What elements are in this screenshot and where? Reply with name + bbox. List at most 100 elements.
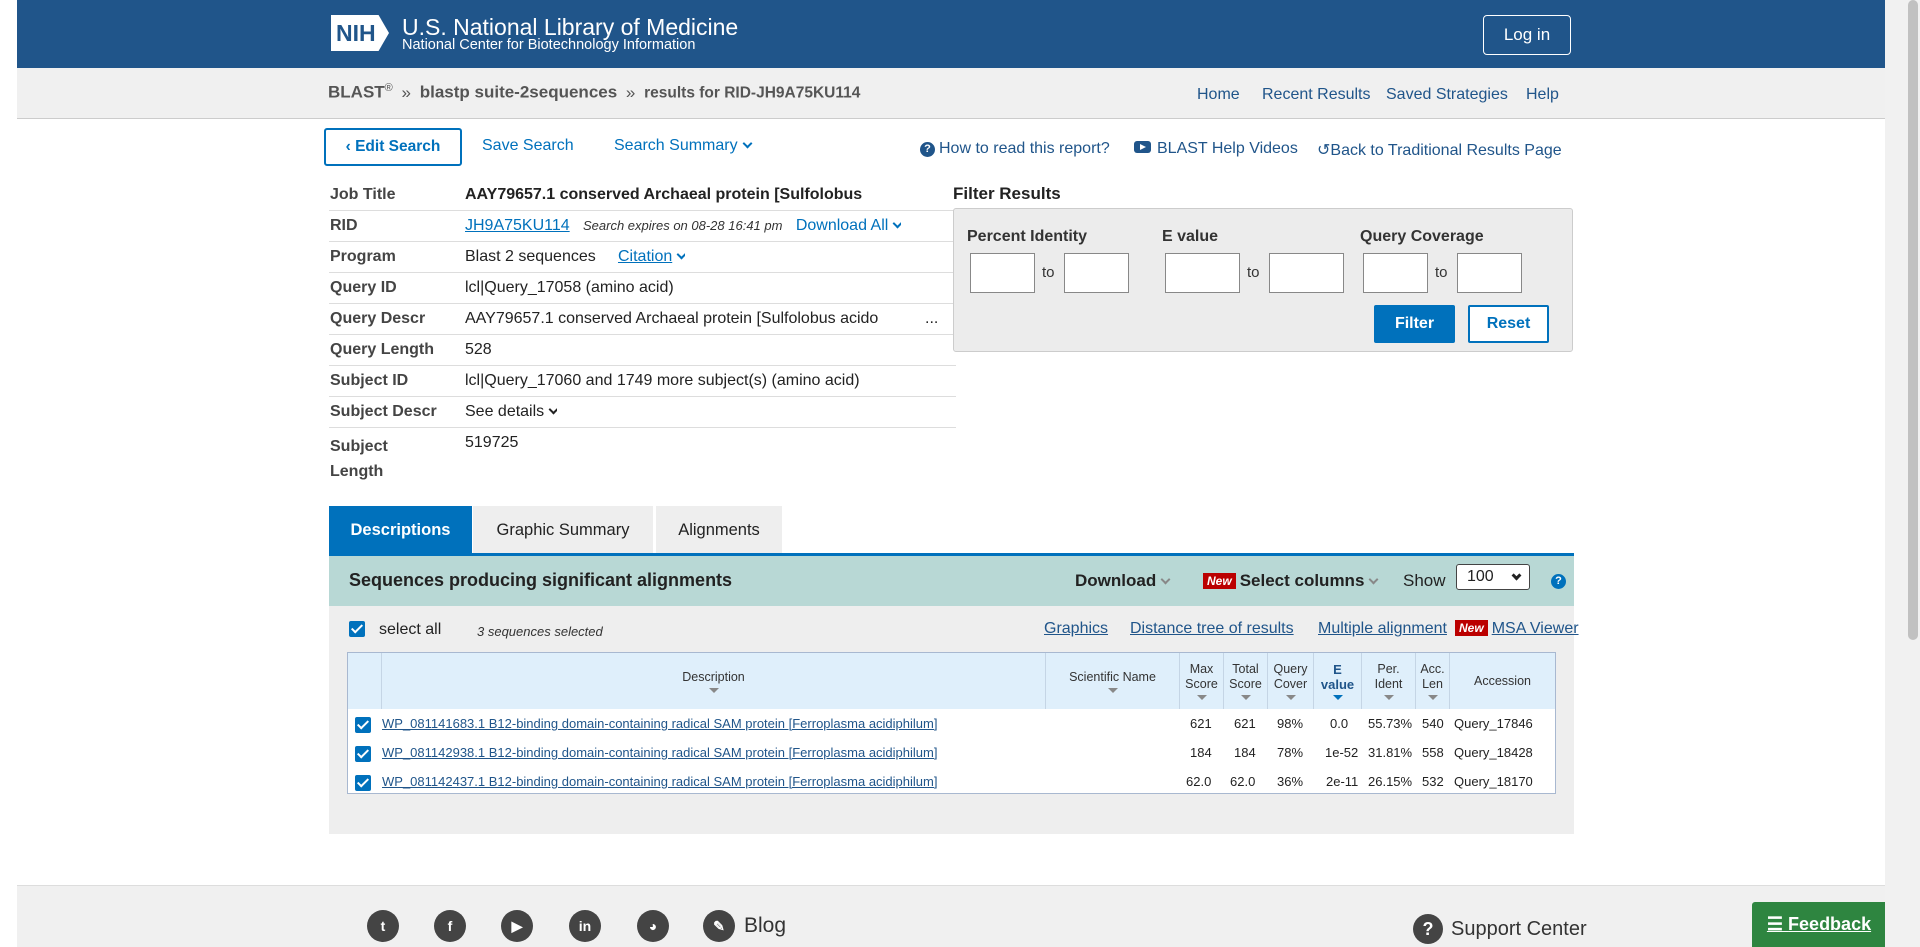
expand-more-button[interactable]: ... (925, 310, 938, 328)
traditional-results-link[interactable]: ↺Back to Traditional Results Page (1317, 140, 1562, 160)
breadcrumb-separator: » (625, 82, 636, 102)
table-row: WP_081141683.1 B12-binding domain-contai… (348, 710, 1555, 739)
help-videos-link[interactable]: BLAST Help Videos (1134, 140, 1298, 158)
column-label: Description (682, 669, 745, 684)
sort-arrow-icon (1332, 695, 1343, 700)
feedback-button[interactable]: ☰ Feedback (1752, 902, 1886, 947)
sort-arrow-icon (708, 687, 719, 693)
query-coverage-min-input[interactable] (1363, 253, 1428, 293)
e-value-min-input[interactable] (1165, 253, 1240, 293)
show-count-select[interactable]: 100 (1456, 564, 1530, 590)
info-row-query-length: Query Length 528 (329, 335, 956, 366)
row-total-score: 184 (1234, 745, 1256, 760)
login-button[interactable]: Log in (1483, 15, 1571, 55)
how-to-read-link[interactable]: ? How to read this report? (920, 140, 1110, 158)
select-all-checkbox[interactable] (349, 621, 365, 642)
query-coverage-max-input[interactable] (1457, 253, 1522, 293)
row-checkbox[interactable] (355, 775, 371, 791)
percent-identity-min-input[interactable] (970, 253, 1035, 293)
citation-dropdown[interactable]: Citation (618, 248, 686, 265)
percent-identity-label: Percent Identity (967, 228, 1088, 245)
tab-graphic-summary[interactable]: Graphic Summary (473, 506, 653, 554)
breadcrumb-blast[interactable]: BLAST (328, 83, 385, 102)
row-checkbox[interactable] (355, 717, 371, 733)
help-icon: ? (1551, 574, 1566, 589)
facebook-icon[interactable]: f (434, 910, 466, 942)
header-percent-ident[interactable]: Per. Ident (1362, 653, 1416, 709)
breadcrumb-program[interactable]: blastp suite-2sequences (420, 83, 617, 102)
rid-link[interactable]: JH9A75KU114 (465, 217, 570, 234)
row-query-cover: 98% (1277, 716, 1304, 731)
header-scientific-name[interactable]: Scientific Name (1046, 653, 1180, 709)
header-accession[interactable]: Accession (1450, 653, 1555, 709)
info-row-query-id: Query ID lcl|Query_17058 (amino acid) (329, 273, 956, 304)
traditional-results-label: Back to Traditional Results Page (1330, 142, 1562, 159)
header-description[interactable]: Description (382, 653, 1046, 709)
twitter-icon[interactable]: t (367, 910, 399, 942)
how-to-read-label: How to read this report? (939, 140, 1110, 157)
select-all-label[interactable]: select all (379, 621, 441, 639)
nav-help[interactable]: Help (1526, 86, 1559, 104)
see-details-dropdown[interactable]: See details (465, 403, 558, 421)
nav-saved-strategies[interactable]: Saved Strategies (1386, 86, 1508, 104)
e-value-max-input[interactable] (1269, 253, 1344, 293)
select-columns-dropdown[interactable]: New Select columns (1203, 571, 1379, 591)
query-descr-value: AAY79657.1 conserved Archaeal protein [S… (465, 310, 879, 327)
chevron-down-icon (548, 404, 558, 415)
search-summary-dropdown[interactable]: Search Summary (614, 137, 753, 155)
scrollbar-thumb[interactable] (1908, 0, 1918, 640)
registered-mark: ® (384, 82, 393, 94)
filter-button[interactable]: Filter (1374, 305, 1455, 343)
percent-identity-max-input[interactable] (1064, 253, 1129, 293)
download-dropdown[interactable]: Download (1075, 571, 1171, 591)
header-total-score[interactable]: Total Score (1224, 653, 1268, 709)
row-description-link[interactable]: WP_081142938.1 B12-binding domain-contai… (382, 745, 937, 760)
column-label: Query (1273, 662, 1308, 676)
header-query-cover[interactable]: Query Cover (1268, 653, 1314, 709)
multiple-alignment-link[interactable]: Multiple alignment (1318, 620, 1447, 638)
row-checkbox[interactable] (355, 746, 371, 762)
nav-recent-results[interactable]: Recent Results (1262, 86, 1371, 104)
msa-viewer-link[interactable]: New MSA Viewer (1455, 620, 1579, 638)
tab-alignments[interactable]: Alignments (656, 506, 782, 554)
edit-search-button[interactable]: ‹ Edit Search (324, 128, 462, 166)
row-percent-ident: 55.73% (1368, 716, 1413, 731)
blog-link[interactable]: Blog (744, 914, 786, 938)
row-acc-len: 540 (1422, 716, 1444, 731)
linkedin-icon[interactable]: in (569, 910, 601, 942)
header-max-score[interactable]: Max Score (1180, 653, 1224, 709)
row-description-link[interactable]: WP_081142437.1 B12-binding domain-contai… (382, 774, 937, 789)
github-icon[interactable]: ◕ (637, 910, 669, 942)
nav-home[interactable]: Home (1197, 86, 1240, 104)
results-toolbar: Sequences producing significant alignmen… (329, 556, 1574, 606)
support-center-label: Support Center (1451, 918, 1587, 940)
program-value: Blast 2 sequences (465, 248, 596, 265)
tab-descriptions[interactable]: Descriptions (329, 506, 472, 554)
distance-tree-link[interactable]: Distance tree of results (1130, 620, 1294, 638)
header-acc-len[interactable]: Acc. Len (1416, 653, 1450, 709)
results-title: Sequences producing significant alignmen… (349, 570, 733, 590)
sort-arrow-icon (1196, 695, 1207, 700)
column-label: Len (1422, 677, 1443, 691)
header-e-value[interactable]: Evalue (1314, 653, 1362, 709)
graphics-link[interactable]: Graphics (1044, 620, 1108, 638)
save-search-link[interactable]: Save Search (482, 137, 574, 155)
help-button[interactable]: ? (1551, 572, 1570, 590)
blog-icon[interactable]: ✎ (703, 910, 735, 942)
reset-button[interactable]: Reset (1468, 305, 1549, 343)
filter-title: Filter Results (953, 184, 1061, 203)
download-all-dropdown[interactable]: Download All (796, 217, 902, 234)
to-label: to (1247, 264, 1260, 281)
column-label: Max (1189, 662, 1214, 676)
chevron-down-icon (742, 138, 753, 149)
support-center-link[interactable]: ? Support Center (1413, 914, 1587, 944)
nih-logo[interactable]: NIH (331, 15, 389, 51)
row-description-link[interactable]: WP_081141683.1 B12-binding domain-contai… (382, 716, 937, 731)
subheader (17, 68, 1885, 119)
org-subtitle: National Center for Biotechnology Inform… (402, 37, 696, 53)
subject-id-value: lcl|Query_17060 and 1749 more subject(s)… (465, 372, 860, 389)
breadcrumb: BLAST® » blastp suite-2sequences » resul… (328, 82, 860, 103)
youtube-icon[interactable]: ▶ (501, 910, 533, 942)
table-row: WP_081142437.1 B12-binding domain-contai… (348, 768, 1555, 797)
row-acc-len: 558 (1422, 745, 1444, 760)
